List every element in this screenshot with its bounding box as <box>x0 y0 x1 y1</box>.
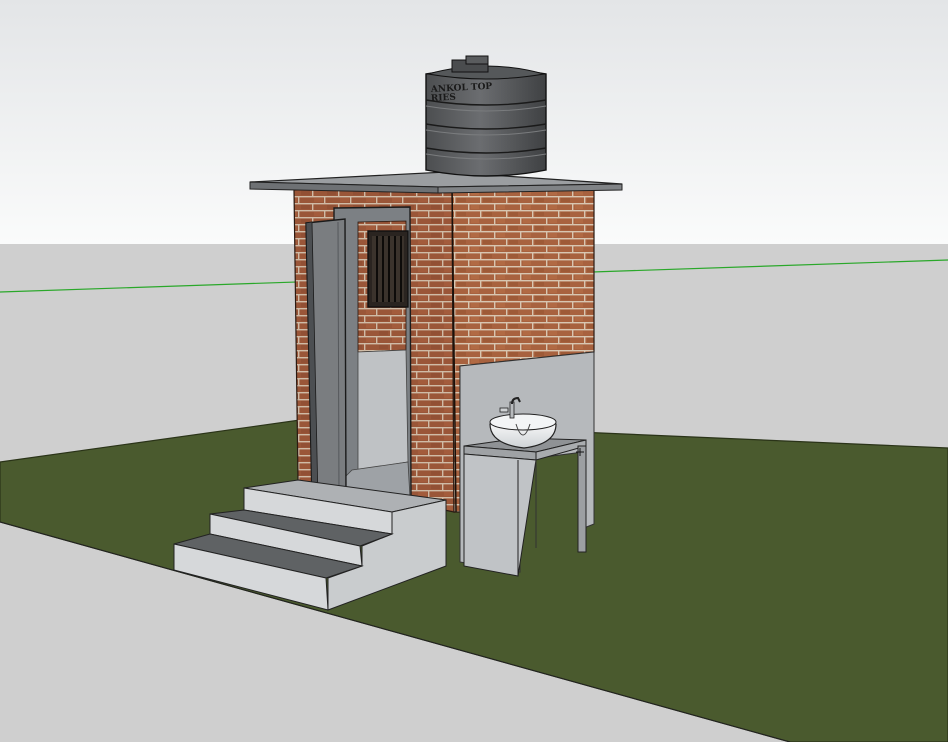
sketchup-viewport[interactable]: ANKOL TOP RIES <box>0 0 948 742</box>
3d-model-scene[interactable]: ANKOL TOP RIES <box>0 0 948 742</box>
interior-plaster-wall <box>357 349 409 471</box>
tank-brand-sublabel: RIES <box>431 93 457 104</box>
water-tank[interactable] <box>425 55 547 177</box>
